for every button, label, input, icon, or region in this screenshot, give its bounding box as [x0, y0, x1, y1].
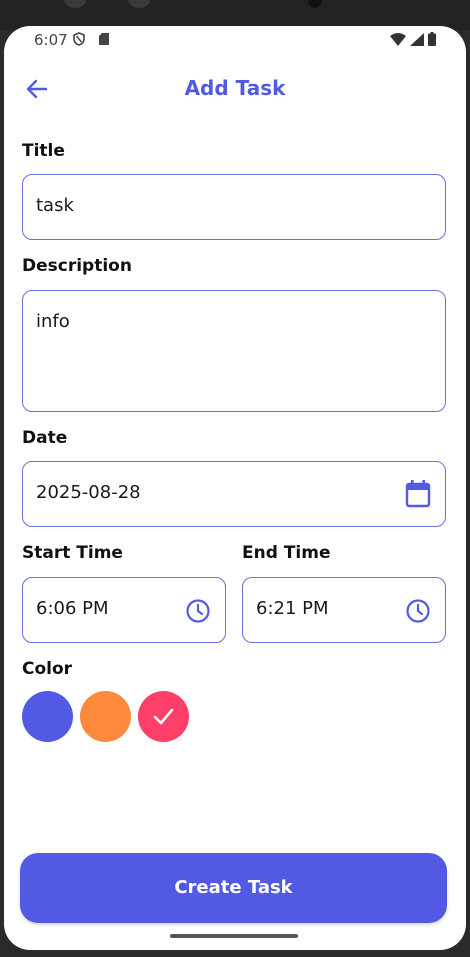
title-value: task	[36, 195, 74, 216]
description-label: Description	[22, 256, 132, 276]
signal-icon	[410, 32, 424, 46]
end-time-field[interactable]: 6:21 PM	[242, 577, 446, 643]
end-time-label: End Time	[242, 543, 331, 563]
app-bar: Add Task	[4, 70, 466, 110]
start-time-label: Start Time	[22, 543, 123, 563]
end-time-value: 6:21 PM	[256, 598, 329, 619]
start-time-value: 6:06 PM	[36, 598, 109, 619]
sim-card-icon	[99, 33, 109, 45]
create-task-button[interactable]: Create Task	[20, 853, 447, 923]
status-bar: 6:07	[4, 26, 466, 54]
shield-icon	[73, 32, 85, 46]
clock-icon[interactable]	[185, 598, 211, 624]
camera-dot	[308, 0, 322, 8]
date-label: Date	[22, 428, 68, 448]
camera-dot	[64, 0, 86, 8]
date-value: 2025-08-28	[36, 482, 141, 503]
color-swatch-orange[interactable]	[80, 691, 131, 742]
wifi-icon	[390, 32, 406, 46]
date-field[interactable]: 2025-08-28	[22, 461, 446, 527]
title-field[interactable]: task	[22, 174, 446, 240]
color-swatch-pink[interactable]	[138, 691, 189, 742]
home-indicator[interactable]	[170, 934, 298, 938]
clock-icon[interactable]	[405, 598, 431, 624]
start-time-field[interactable]: 6:06 PM	[22, 577, 226, 643]
phone-screen: 6:07 Add Task Title task Description inf…	[4, 26, 466, 950]
color-label: Color	[22, 659, 73, 679]
title-label: Title	[22, 141, 65, 161]
battery-icon	[428, 32, 436, 46]
calendar-icon[interactable]	[405, 480, 431, 508]
color-swatch-blue[interactable]	[22, 691, 73, 742]
color-picker	[22, 691, 189, 742]
checkmark-icon	[153, 708, 174, 725]
camera-dot	[128, 0, 150, 8]
status-time: 6:07	[34, 31, 68, 49]
description-field[interactable]: info	[22, 290, 446, 412]
page-title: Add Task	[184, 76, 286, 100]
description-value: info	[36, 311, 70, 332]
